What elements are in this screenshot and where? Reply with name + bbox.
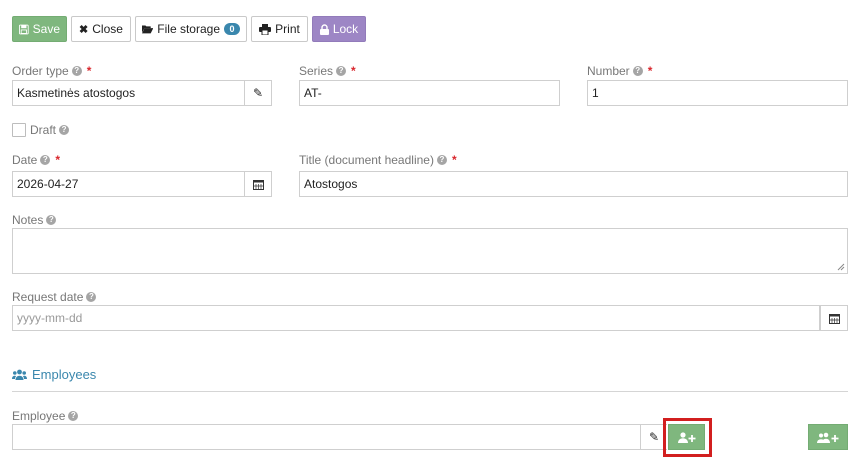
help-icon[interactable]: ?: [68, 411, 79, 421]
required-mark: *: [55, 153, 61, 167]
required-mark: *: [351, 64, 356, 78]
series-input[interactable]: AT-: [299, 80, 560, 106]
close-label: Close: [92, 22, 123, 36]
help-icon[interactable]: ?: [436, 155, 447, 165]
number-input[interactable]: 1: [587, 80, 848, 106]
file-count-badge: 0: [224, 23, 240, 35]
resize-handle-icon[interactable]: [837, 263, 845, 271]
file-storage-button[interactable]: File storage 0: [135, 16, 247, 42]
title-input[interactable]: Atostogos: [299, 171, 848, 197]
title-label: Title (document headline) ? *: [299, 153, 457, 167]
lock-button[interactable]: Lock: [312, 16, 366, 42]
number-label: Number ? *: [587, 64, 653, 78]
date-input[interactable]: 2026-04-27: [12, 171, 245, 197]
date-calendar-button[interactable]: [245, 171, 272, 197]
help-icon[interactable]: ?: [46, 215, 57, 225]
print-button[interactable]: Print: [251, 16, 308, 42]
folder-open-icon: [142, 25, 154, 34]
close-icon: ✖: [79, 23, 89, 36]
employee-label: Employee ?: [12, 409, 79, 423]
lock-label: Lock: [332, 22, 359, 36]
section-divider: [12, 391, 848, 392]
calendar-icon: [828, 313, 840, 324]
draft-checkbox[interactable]: [12, 123, 26, 137]
draft-label: Draft ?: [30, 123, 70, 137]
help-icon[interactable]: ?: [336, 66, 347, 76]
request-date-calendar-button[interactable]: [820, 305, 848, 331]
help-icon[interactable]: ?: [86, 292, 97, 302]
employee-input[interactable]: [12, 424, 641, 450]
order-type-label: Order type ? *: [12, 64, 92, 78]
required-mark: *: [451, 153, 457, 167]
print-label: Print: [275, 22, 300, 36]
save-button[interactable]: Save: [12, 16, 67, 42]
order-type-edit-button[interactable]: ✎: [245, 80, 272, 106]
help-icon[interactable]: ?: [59, 125, 70, 135]
pencil-icon: ✎: [252, 86, 264, 100]
employees-label: Employees: [32, 367, 97, 382]
notes-textarea[interactable]: [12, 228, 848, 274]
help-icon[interactable]: ?: [40, 155, 51, 165]
highlight-frame: [663, 418, 712, 457]
users-plus-icon: [817, 432, 839, 443]
save-icon: [19, 24, 29, 34]
order-type-input[interactable]: Kasmetinės atostogos: [12, 80, 245, 106]
employees-section-title[interactable]: Employees: [12, 367, 96, 382]
pencil-icon: ✎: [648, 430, 660, 444]
request-date-input[interactable]: yyyy-mm-dd: [12, 305, 820, 331]
users-icon: [12, 369, 27, 380]
calendar-icon: [252, 179, 264, 190]
notes-label: Notes ?: [12, 213, 57, 227]
lock-icon: [319, 23, 329, 35]
add-employees-button[interactable]: [808, 424, 848, 450]
file-storage-label: File storage: [157, 22, 220, 36]
close-button[interactable]: ✖ Close: [71, 16, 131, 42]
help-icon[interactable]: ?: [632, 66, 643, 76]
date-label: Date ? *: [12, 153, 61, 167]
help-icon[interactable]: ?: [71, 66, 82, 76]
request-date-label: Request date ?: [12, 290, 97, 304]
required-mark: *: [647, 64, 653, 78]
save-label: Save: [32, 22, 60, 36]
series-label: Series ? *: [299, 64, 356, 78]
required-mark: *: [86, 64, 92, 78]
print-icon: [259, 23, 272, 35]
